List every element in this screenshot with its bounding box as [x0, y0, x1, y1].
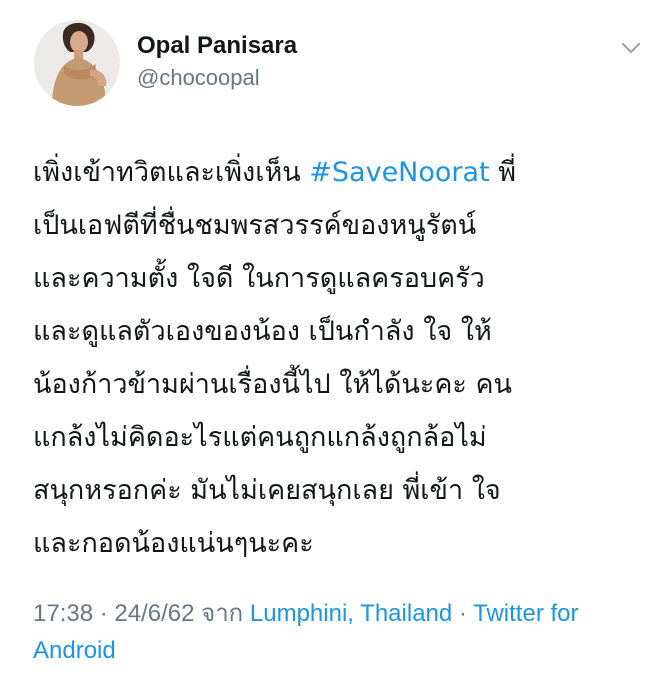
tweet-line: เป็นเอฟตีที่ชื่นชมพรสวรรค์ของหนูรัตน์: [33, 210, 477, 241]
tweet-line: และความตั้ง ใจดี ในการดูแลครอบครัว: [33, 263, 485, 294]
tweet-line: และกอดน้องแน่นๆนะคะ: [33, 528, 314, 559]
tweet-line: สนุกหรอกค่ะ มันไม่เคยสนุกเลย พี่เข้า ใจ: [33, 475, 501, 506]
location-link[interactable]: Lumphini, Thailand: [250, 600, 452, 627]
tweet-line: และดูแลตัวเองของน้อง เป็นกำลัง ใจ ให้: [33, 316, 492, 347]
chevron-down-icon[interactable]: [620, 40, 642, 56]
tweet-metadata: 17:38 · 24/6/62 จาก Lumphini, Thailand ·…: [33, 595, 653, 669]
profile-photo: [34, 20, 120, 106]
tweet-text-segment: เพิ่งเข้าทวิตและเพิ่งเห็น: [33, 157, 310, 188]
tweet-timestamp[interactable]: 17:38 · 24/6/62 จาก: [33, 600, 250, 627]
tweet-line: น้องก้าวข้ามผ่านเรื่องนี้ไป ให้ได้นะคะ ค…: [33, 369, 512, 400]
tweet-line: แกล้งไม่คิดอะไรแต่คนถูกแกล้งถูกล้อไม่: [33, 422, 487, 453]
tweet-text: เพิ่งเข้าทวิตและเพิ่งเห็น #SaveNoorat พี…: [33, 146, 643, 570]
tweet-text-segment: พี่: [489, 157, 517, 188]
meta-separator: ·: [452, 600, 474, 627]
hashtag-link[interactable]: #SaveNoorat: [309, 157, 489, 188]
author-handle[interactable]: @chocoopal: [137, 64, 260, 92]
author-display-name[interactable]: Opal Panisara: [137, 31, 297, 61]
tweet-line: เพิ่งเข้าทวิตและเพิ่งเห็น #SaveNoorat พี…: [33, 146, 643, 199]
avatar[interactable]: [34, 20, 120, 106]
